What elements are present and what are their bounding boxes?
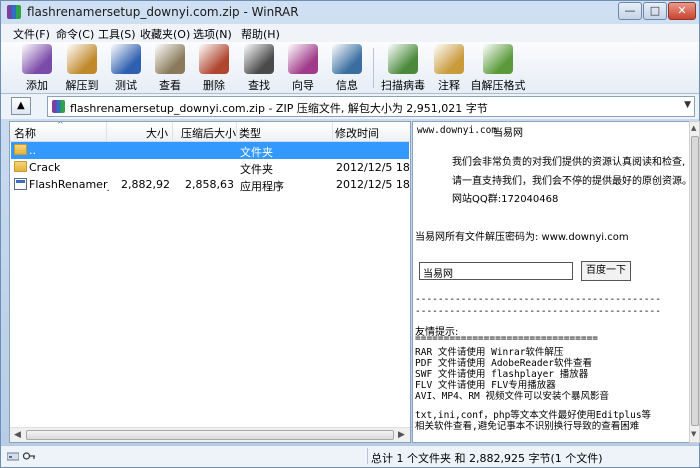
column-name[interactable]: 名称 (14, 125, 36, 141)
drive-icon[interactable] (7, 451, 19, 461)
menu-tools[interactable]: 工具(S) (98, 26, 136, 42)
column-divider[interactable] (172, 122, 173, 142)
comment-dash-line: ----------------------------------------… (415, 306, 661, 317)
chevron-down-icon[interactable]: ▼ (684, 100, 691, 110)
tool-delete-button[interactable]: 删除 (192, 44, 236, 92)
file-row[interactable]: FlashRenamer_... 2,882,925 2,858,636 应用程… (11, 176, 410, 193)
tool-view-button[interactable]: 查看 (148, 44, 192, 92)
toolbar: 添加 解压到 测试 查看 删除 查找 向导 信息 扫描病毒 注释 自解压格式 (1, 42, 699, 94)
comment-qq-group: 网站QQ群:172040468 (452, 194, 559, 205)
key-icon[interactable] (23, 451, 35, 461)
tool-virus-scan-button[interactable]: 扫描病毒 (378, 44, 428, 92)
column-divider[interactable] (106, 122, 107, 142)
tool-test-button[interactable]: 测试 (104, 44, 148, 92)
title-bar[interactable]: flashrenamersetup_downyi.com.zip - WinRA… (1, 1, 699, 23)
arrow-up-icon: ▲ (17, 100, 25, 111)
scroll-thumb[interactable] (26, 430, 394, 440)
status-divider (367, 448, 368, 464)
menu-bar: 文件(F) 命令(C) 工具(S) 收藏夹(O) 选项(N) 帮助(H) (1, 24, 699, 42)
comment-icon (434, 44, 464, 74)
add-icon (22, 44, 52, 74)
folder-icon (14, 144, 27, 155)
minimize-button[interactable]: — (618, 2, 642, 20)
test-icon (111, 44, 141, 74)
address-field[interactable]: flashrenamersetup_downyi.com.zip - ZIP 压… (47, 96, 695, 117)
tool-comment-button[interactable]: 注释 (427, 44, 471, 92)
menu-options[interactable]: 选项(N) (193, 26, 232, 42)
up-folder-button[interactable]: ▲ (11, 97, 31, 115)
baidu-search-button[interactable]: 百度一下 (581, 261, 631, 281)
maximize-button[interactable]: □ (643, 2, 667, 20)
tool-extract-to-button[interactable]: 解压到 (60, 44, 104, 92)
comment-note: 相关软件查看,避免记事本不识别换行导致的查看困难 (415, 421, 640, 432)
tool-sfx-button[interactable]: 自解压格式 (470, 44, 526, 92)
comment-site-name: 当易网 (493, 128, 523, 139)
comment-equals-line: ================================ (415, 333, 599, 344)
scroll-up-icon[interactable]: ▲ (691, 124, 696, 132)
status-text: 总计 1 个文件夹 和 2,882,925 字节(1 个文件) (371, 452, 603, 465)
column-divider[interactable] (332, 122, 333, 142)
comment-dash-line: ----------------------------------------… (415, 294, 661, 305)
info-icon (332, 44, 362, 74)
file-row[interactable]: Crack 文件夹 2012/12/5 18... (11, 159, 410, 176)
column-type[interactable]: 类型 (239, 125, 261, 141)
column-header: 名称 ^ 大小 压缩后大小 类型 修改时间 (10, 122, 410, 142)
menu-favorites[interactable]: 收藏夹(O) (140, 26, 190, 42)
file-row[interactable]: .. 文件夹 (11, 142, 409, 159)
extract-to-icon (67, 44, 97, 74)
comment-site-url[interactable]: www.downyi.com (417, 125, 497, 136)
status-bar: 总计 1 个文件夹 和 2,882,925 字节(1 个文件) (1, 445, 699, 467)
vertical-scrollbar[interactable]: ▲ ▼ (689, 121, 700, 443)
sfx-icon (483, 44, 513, 74)
comment-tip: AVI、MP4、RM 视频文件可以安装个暴风影音 (415, 391, 609, 402)
menu-commands[interactable]: 命令(C) (56, 26, 94, 42)
column-divider[interactable] (236, 122, 237, 142)
folder-icon (14, 161, 27, 172)
tool-add-button[interactable]: 添加 (15, 44, 59, 92)
wizard-icon (288, 44, 318, 74)
sort-indicator-icon: ^ (57, 121, 64, 129)
address-text: flashrenamersetup_downyi.com.zip - ZIP 压… (70, 102, 488, 115)
comment-password: 当易网所有文件解压密码为: www.downyi.com (415, 232, 629, 243)
menu-file[interactable]: 文件(F) (13, 26, 50, 42)
archive-comment: www.downyi.com 当易网 我们会非常负责的对我们提供的资源认真阅读和… (412, 121, 690, 443)
winrar-window: flashrenamersetup_downyi.com.zip - WinRA… (0, 0, 700, 468)
tool-wizard-button[interactable]: 向导 (281, 44, 325, 92)
delete-icon (199, 44, 229, 74)
virus-scan-icon (388, 44, 418, 74)
file-list: 名称 ^ 大小 压缩后大小 类型 修改时间 .. 文件夹 Crack 文件夹 2… (9, 121, 411, 443)
column-size[interactable]: 大小 (146, 125, 168, 141)
view-icon (155, 44, 185, 74)
scroll-down-icon[interactable]: ▼ (691, 430, 696, 438)
scroll-thumb[interactable] (691, 136, 699, 426)
scroll-left-icon[interactable]: ◀ (14, 430, 21, 440)
application-icon (14, 178, 27, 190)
winrar-app-icon (7, 5, 21, 19)
scroll-right-icon[interactable]: ▶ (398, 430, 405, 440)
tool-find-button[interactable]: 查找 (237, 44, 281, 92)
find-icon (244, 44, 274, 74)
horizontal-scrollbar[interactable]: ◀ ▶ (10, 427, 410, 442)
window-title: flashrenamersetup_downyi.com.zip - WinRA… (27, 5, 299, 19)
tool-info-button[interactable]: 信息 (325, 44, 369, 92)
column-modified[interactable]: 修改时间 (335, 125, 379, 141)
toolbar-separator (373, 48, 374, 88)
column-packed[interactable]: 压缩后大小 (181, 125, 236, 141)
address-bar: ▲ flashrenamersetup_downyi.com.zip - ZIP… (1, 94, 699, 119)
close-button[interactable]: ✕ (668, 2, 696, 20)
search-input[interactable]: 当易网 (419, 262, 573, 280)
comment-line-2: 请一直支持我们，我们会不停的提供最好的原创资源。 (452, 176, 690, 187)
menu-help[interactable]: 帮助(H) (241, 26, 280, 42)
comment-line-1: 我们会非常负责的对我们提供的资源认真阅读和检查, (452, 157, 686, 168)
archive-icon (52, 100, 65, 113)
